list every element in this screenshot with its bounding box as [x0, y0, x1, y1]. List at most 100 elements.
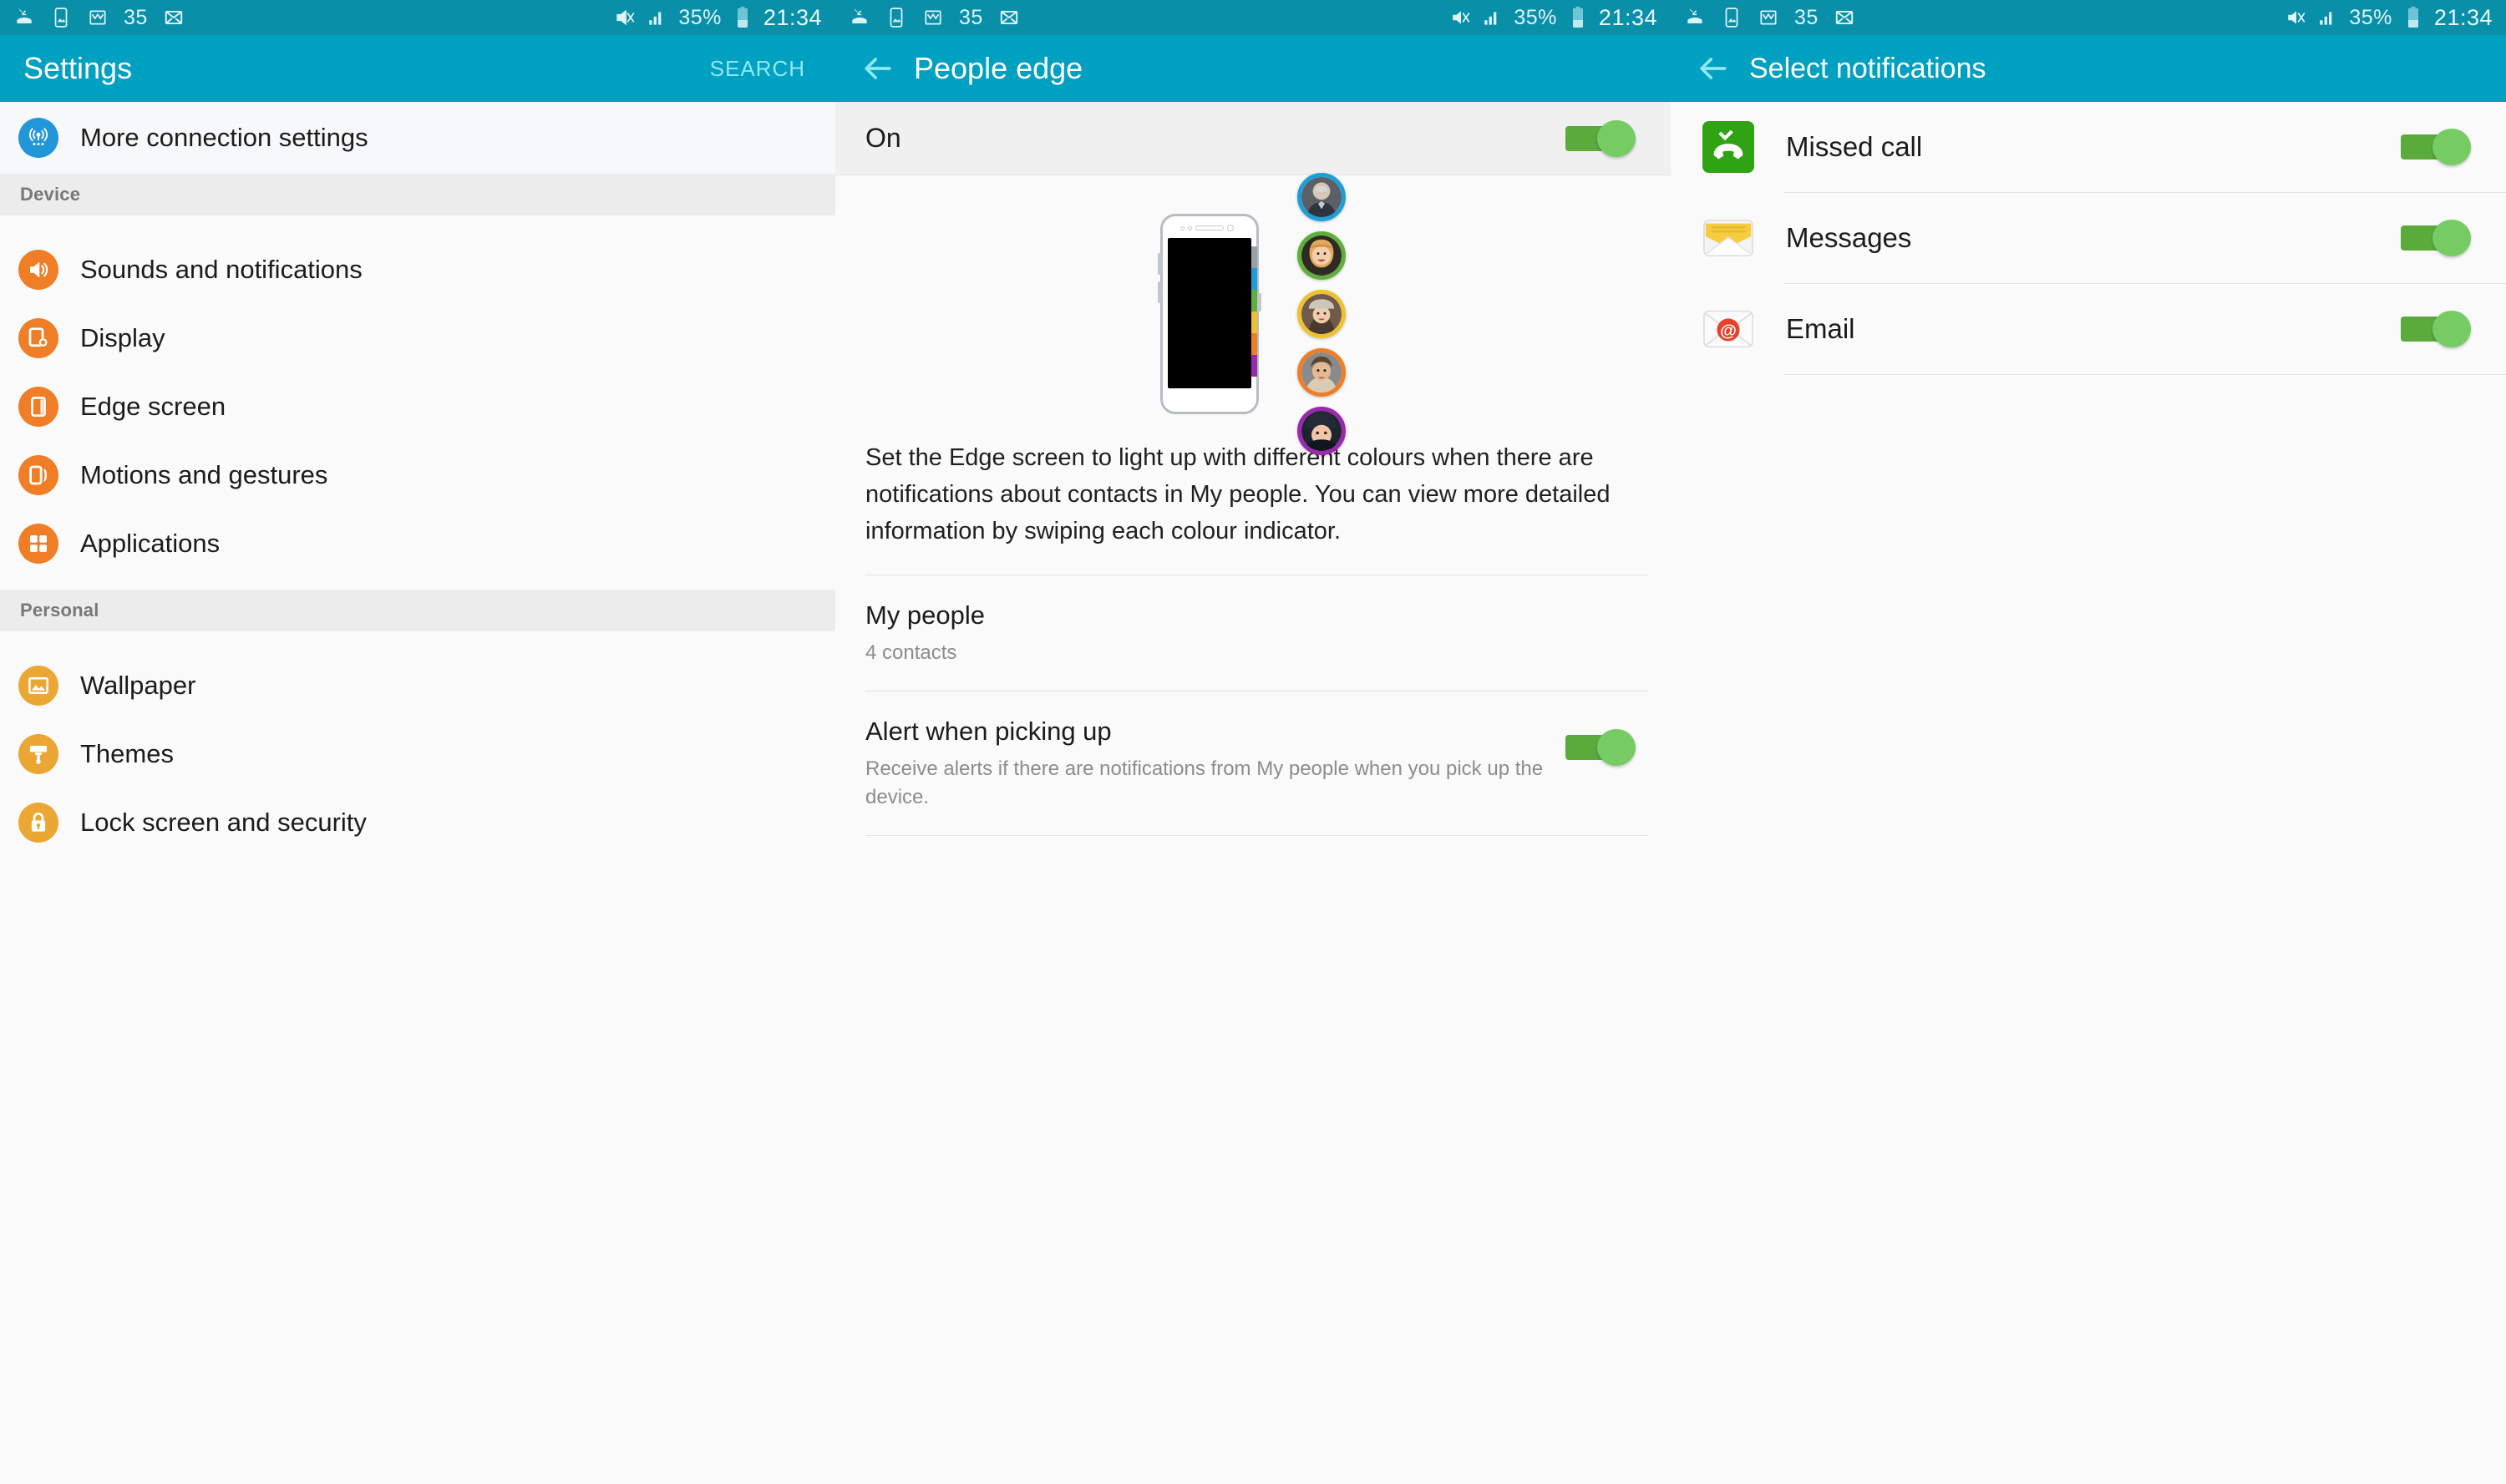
my-people-title: My people [865, 600, 986, 631]
notification-toggle-messages[interactable] [2401, 220, 2471, 256]
search-button[interactable]: SEARCH [710, 56, 812, 82]
missed-call-icon [1687, 8, 1702, 24]
sidebar-item-applications[interactable]: Applications [0, 509, 835, 578]
sidebar-item-label: Themes [80, 739, 174, 768]
avatar [1297, 173, 1346, 221]
screenshot-icon [54, 8, 68, 28]
notification-label: Messages [1786, 222, 1912, 253]
sidebar-item-label: Lock screen and security [80, 808, 367, 837]
battery-percent-label: 35% [678, 5, 722, 29]
status-bar-notification-icons: 35 [13, 6, 185, 30]
status-bar-left: 35 35% 21:34 [0, 0, 835, 35]
notification-toggle-email[interactable] [2401, 311, 2471, 347]
motions-icon [18, 455, 58, 495]
edge-color-strip [1251, 290, 1257, 311]
section-header-label: Device [20, 184, 81, 205]
gmail-icon [925, 10, 941, 25]
edge-color-strip [1251, 333, 1257, 355]
toggle-knob [2432, 129, 2471, 165]
my-people-subtitle: 4 contacts [865, 641, 957, 665]
toggle-knob [2432, 311, 2471, 347]
select-notifications-panel: 35 35% 21:34 Select notifications Missed… [1671, 0, 2506, 1484]
themes-brush-icon [18, 734, 58, 774]
vibrate-mute-icon [616, 9, 635, 26]
mail-icon [165, 10, 182, 25]
sidebar-item-wallpaper[interactable]: Wallpaper [0, 651, 835, 720]
volume-icon [18, 250, 58, 290]
my-people-row[interactable]: My people 4 contacts [835, 575, 1671, 691]
battery-icon [737, 7, 748, 28]
select-notifications-app-bar: Select notifications [1671, 35, 2506, 102]
edge-color-strip [1251, 355, 1257, 377]
people-edge-description: Set the Edge screen to light up with dif… [865, 444, 1611, 545]
sidebar-item-display[interactable]: Display [0, 304, 835, 372]
alert-when-picking-up-row[interactable]: Alert when picking up Receive alerts if … [835, 691, 1671, 835]
status-bar-notification-icons: 35 [849, 6, 1020, 30]
battery-icon [2407, 7, 2418, 28]
screenshot-icon [890, 8, 903, 28]
status-bar-system-icons: 35% 21:34 [615, 5, 822, 31]
screenshot-icon [1725, 8, 1738, 28]
notification-row-email[interactable]: @ Email [1671, 284, 2506, 374]
back-arrow-icon[interactable] [859, 50, 895, 87]
phone-earpiece [1180, 225, 1239, 231]
notification-row-missed-call[interactable]: Missed call [1671, 102, 2506, 192]
section-header-label: Personal [20, 600, 99, 620]
sidebar-item-label: More connection settings [80, 123, 368, 152]
notification-toggle-missed-call[interactable] [2401, 129, 2471, 165]
status-bar-system-icons: 35% 21:34 [2285, 5, 2493, 31]
gmail-icon [1760, 10, 1777, 25]
section-header-personal: Personal [0, 590, 835, 631]
more-connections-icon [18, 118, 58, 158]
sidebar-item-label: Display [80, 323, 165, 352]
svg-text:@: @ [1720, 322, 1737, 341]
notification-label: Email [1786, 313, 1855, 344]
notification-label: Missed call [1786, 131, 1923, 162]
spacer [0, 215, 835, 236]
battery-percent-label: 35% [1514, 5, 1557, 29]
master-toggle[interactable] [1565, 119, 1636, 157]
phone-screen [1168, 238, 1251, 388]
divider [1784, 374, 2506, 375]
edge-color-strip [1251, 246, 1257, 268]
clock-label: 21:34 [763, 4, 822, 30]
clock-label: 21:34 [1598, 4, 1657, 30]
people-edge-illustration [835, 173, 1671, 455]
settings-panel: 35 35% 21:34 Settings SEARCH More connec… [0, 0, 835, 1484]
sidebar-item-lock-screen-and-security[interactable]: Lock screen and security [0, 788, 835, 857]
avatar [1297, 407, 1346, 455]
mail-icon [1835, 10, 1853, 25]
sidebar-item-label: Edge screen [80, 392, 226, 421]
back-arrow-icon[interactable] [1694, 50, 1731, 87]
toggle-knob [2432, 220, 2471, 256]
sidebar-item-sounds-and-notifications[interactable]: Sounds and notifications [0, 236, 835, 304]
alert-pickup-toggle[interactable] [1565, 729, 1636, 767]
messages-app-icon [1702, 212, 1754, 264]
people-edge-master-switch-row[interactable]: On [835, 102, 1671, 175]
status-notification-count: 35 [124, 5, 148, 29]
sidebar-item-motions-and-gestures[interactable]: Motions and gestures [0, 441, 835, 509]
sidebar-item-label: Wallpaper [80, 671, 196, 700]
signal-bars-icon [2320, 12, 2332, 25]
sidebar-item-label: Applications [80, 529, 221, 558]
clock-label: 21:34 [2433, 4, 2493, 30]
sidebar-item-edge-screen[interactable]: Edge screen [0, 372, 835, 441]
battery-icon [1572, 7, 1583, 28]
missed-call-icon [17, 8, 32, 24]
divider [865, 835, 1647, 837]
wallpaper-icon [18, 666, 58, 706]
avatar [1297, 290, 1346, 338]
signal-bars-icon [1484, 12, 1497, 25]
sidebar-item-more-connection-settings[interactable]: More connection settings [0, 102, 835, 174]
display-icon [18, 318, 58, 358]
contact-avatar-list [1297, 173, 1346, 455]
edge-color-strip [1251, 311, 1257, 333]
sidebar-item-themes[interactable]: Themes [0, 720, 835, 788]
alert-pickup-title: Alert when picking up [865, 717, 1112, 747]
status-bar-system-icons: 35% 21:34 [1450, 5, 1657, 31]
notification-row-messages[interactable]: Messages [1671, 193, 2506, 283]
edge-screen-icon [18, 387, 58, 427]
lock-icon [18, 803, 58, 843]
page-title: Select notifications [1749, 52, 1986, 84]
toggle-knob [1597, 119, 1636, 157]
